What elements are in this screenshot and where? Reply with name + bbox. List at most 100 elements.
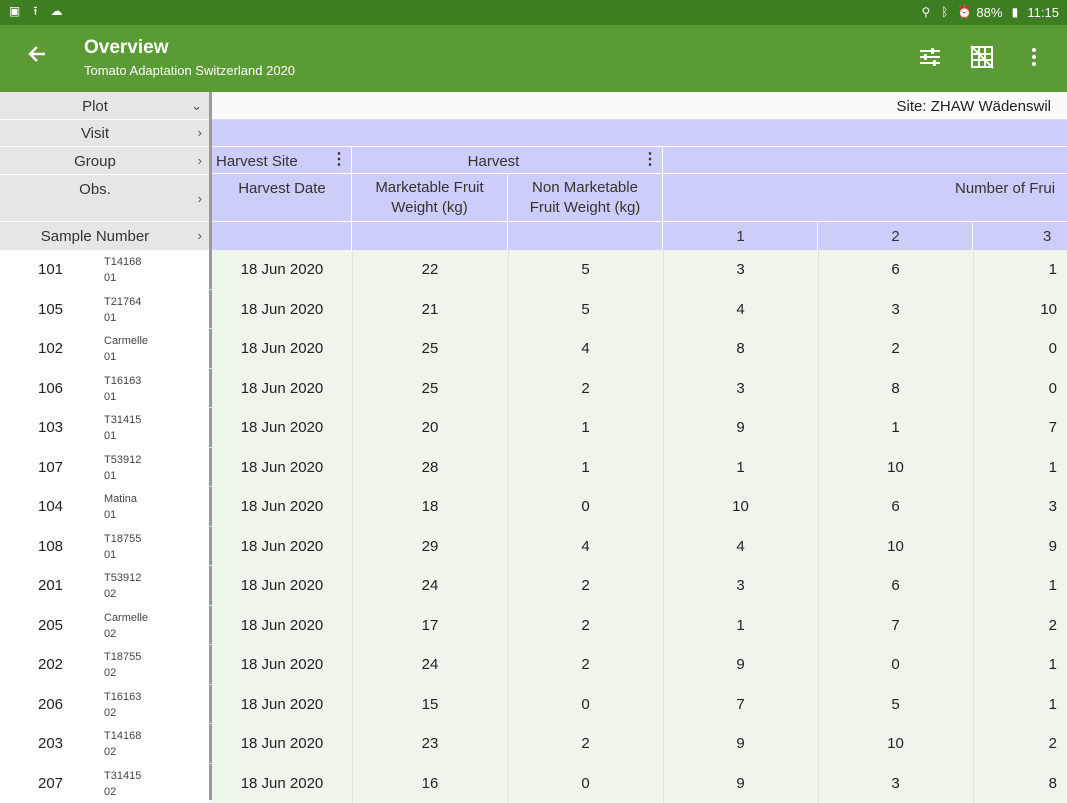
chevron-right-icon[interactable]: ›: [198, 191, 202, 206]
cell-fruit-count-2[interactable]: 1: [818, 419, 973, 436]
cell-fruit-count-2[interactable]: 10: [818, 459, 973, 476]
cell-fruit-count-3[interactable]: 7: [973, 419, 1067, 436]
cell-marketable-weight[interactable]: 21: [352, 301, 508, 318]
cell-fruit-count-2[interactable]: 6: [818, 261, 973, 278]
chevron-down-icon[interactable]: ⌄: [191, 98, 202, 114]
header-row-visit[interactable]: Visit ›: [0, 120, 210, 147]
cell-fruit-count-3[interactable]: 1: [973, 696, 1067, 713]
col-number-of-fruit[interactable]: Number of Frui: [663, 174, 1067, 222]
cell-harvest-date[interactable]: 18 Jun 2020: [212, 617, 352, 634]
cell-fruit-count-2[interactable]: 3: [818, 301, 973, 318]
cell-non-marketable-weight[interactable]: 0: [508, 696, 663, 713]
cell-fruit-count-2[interactable]: 10: [818, 735, 973, 752]
cell-marketable-weight[interactable]: 29: [352, 538, 508, 555]
table-row[interactable]: 105T217640118 Jun 20202154310: [0, 290, 1067, 330]
row-header[interactable]: 203T1416802: [0, 724, 209, 764]
cell-fruit-count-1[interactable]: 9: [663, 735, 818, 752]
cell-non-marketable-weight[interactable]: 2: [508, 380, 663, 397]
cell-marketable-weight[interactable]: 24: [352, 656, 508, 673]
cell-fruit-count-1[interactable]: 10: [663, 498, 818, 515]
cell-non-marketable-weight[interactable]: 0: [508, 775, 663, 792]
row-header[interactable]: 205Carmelle02: [0, 606, 209, 646]
cell-harvest-date[interactable]: 18 Jun 2020: [212, 696, 352, 713]
cell-marketable-weight[interactable]: 28: [352, 459, 508, 476]
row-header[interactable]: 104Matina01: [0, 487, 209, 527]
cell-non-marketable-weight[interactable]: 5: [508, 301, 663, 318]
cell-fruit-count-1[interactable]: 4: [663, 538, 818, 555]
row-header[interactable]: 105T2176401: [0, 290, 209, 330]
cell-fruit-count-3[interactable]: 1: [973, 459, 1067, 476]
cell-fruit-count-2[interactable]: 7: [818, 617, 973, 634]
header-row-obs[interactable]: Obs. ›: [0, 175, 210, 222]
cell-fruit-count-3[interactable]: 1: [973, 656, 1067, 673]
row-header[interactable]: 107T5391201: [0, 448, 209, 488]
cell-non-marketable-weight[interactable]: 4: [508, 538, 663, 555]
cell-marketable-weight[interactable]: 25: [352, 380, 508, 397]
cell-fruit-count-1[interactable]: 9: [663, 656, 818, 673]
cell-harvest-date[interactable]: 18 Jun 2020: [212, 340, 352, 357]
table-row[interactable]: 205Carmelle0218 Jun 2020172172: [0, 606, 1067, 646]
cell-harvest-date[interactable]: 18 Jun 2020: [212, 775, 352, 792]
cell-non-marketable-weight[interactable]: 0: [508, 498, 663, 515]
cell-fruit-count-3[interactable]: 8: [973, 775, 1067, 792]
table-row[interactable]: 201T539120218 Jun 2020242361: [0, 566, 1067, 606]
more-vert-icon[interactable]: ⋮: [331, 151, 343, 169]
cell-marketable-weight[interactable]: 16: [352, 775, 508, 792]
cell-harvest-date[interactable]: 18 Jun 2020: [212, 261, 352, 278]
row-header[interactable]: 106T1616301: [0, 369, 209, 409]
cell-marketable-weight[interactable]: 17: [352, 617, 508, 634]
table-row[interactable]: 104Matina0118 Jun 20201801063: [0, 487, 1067, 527]
row-header[interactable]: 206T1616302: [0, 685, 209, 725]
cell-non-marketable-weight[interactable]: 5: [508, 261, 663, 278]
cell-marketable-weight[interactable]: 23: [352, 735, 508, 752]
grid-off-icon[interactable]: [969, 43, 995, 71]
cell-marketable-weight[interactable]: 24: [352, 577, 508, 594]
cell-fruit-count-3[interactable]: 0: [973, 340, 1067, 357]
cell-non-marketable-weight[interactable]: 4: [508, 340, 663, 357]
row-header[interactable]: 207T3141502: [0, 764, 209, 803]
table-row[interactable]: 202T187550218 Jun 2020242901: [0, 645, 1067, 685]
cell-harvest-date[interactable]: 18 Jun 2020: [212, 419, 352, 436]
cell-fruit-count-2[interactable]: 8: [818, 380, 973, 397]
cell-fruit-count-3[interactable]: 10: [973, 301, 1067, 318]
header-row-sample-number[interactable]: Sample Number ›: [0, 222, 210, 250]
chevron-right-icon[interactable]: ›: [198, 228, 202, 243]
cell-marketable-weight[interactable]: 22: [352, 261, 508, 278]
cell-fruit-count-1[interactable]: 1: [663, 459, 818, 476]
cell-marketable-weight[interactable]: 18: [352, 498, 508, 515]
cell-marketable-weight[interactable]: 25: [352, 340, 508, 357]
cell-fruit-count-2[interactable]: 10: [818, 538, 973, 555]
cell-fruit-count-2[interactable]: 6: [818, 498, 973, 515]
cell-non-marketable-weight[interactable]: 2: [508, 617, 663, 634]
table-row[interactable]: 106T161630118 Jun 2020252380: [0, 369, 1067, 409]
cell-non-marketable-weight[interactable]: 1: [508, 419, 663, 436]
table-row[interactable]: 206T161630218 Jun 2020150751: [0, 685, 1067, 725]
cell-fruit-count-1[interactable]: 7: [663, 696, 818, 713]
cell-fruit-count-1[interactable]: 9: [663, 775, 818, 792]
table-row[interactable]: 207T314150218 Jun 2020160938: [0, 764, 1067, 803]
header-row-plot[interactable]: Plot ⌄: [0, 92, 210, 120]
more-vert-icon[interactable]: [1021, 43, 1047, 71]
more-vert-icon[interactable]: ⋮: [642, 151, 654, 169]
cell-harvest-date[interactable]: 18 Jun 2020: [212, 656, 352, 673]
cell-harvest-date[interactable]: 18 Jun 2020: [212, 538, 352, 555]
cell-harvest-date[interactable]: 18 Jun 2020: [212, 498, 352, 515]
cell-fruit-count-1[interactable]: 9: [663, 419, 818, 436]
header-row-group[interactable]: Group ›: [0, 147, 210, 175]
row-header[interactable]: 108T1875501: [0, 527, 209, 567]
cell-fruit-count-2[interactable]: 3: [818, 775, 973, 792]
row-header[interactable]: 202T1875502: [0, 645, 209, 685]
cell-fruit-count-1[interactable]: 3: [663, 261, 818, 278]
cell-fruit-count-3[interactable]: 1: [973, 577, 1067, 594]
cell-fruit-count-3[interactable]: 9: [973, 538, 1067, 555]
cell-harvest-date[interactable]: 18 Jun 2020: [212, 459, 352, 476]
cell-fruit-count-1[interactable]: 3: [663, 380, 818, 397]
cell-fruit-count-3[interactable]: 1: [973, 261, 1067, 278]
table-row[interactable]: 102Carmelle0118 Jun 2020254820: [0, 329, 1067, 369]
table-row[interactable]: 108T187550118 Jun 20202944109: [0, 527, 1067, 567]
table-row[interactable]: 203T141680218 Jun 20202329102: [0, 724, 1067, 764]
back-arrow-icon[interactable]: [22, 43, 52, 73]
cell-fruit-count-3[interactable]: 2: [973, 617, 1067, 634]
col-harvest-date[interactable]: Harvest Date: [212, 174, 352, 222]
cell-fruit-count-2[interactable]: 5: [818, 696, 973, 713]
